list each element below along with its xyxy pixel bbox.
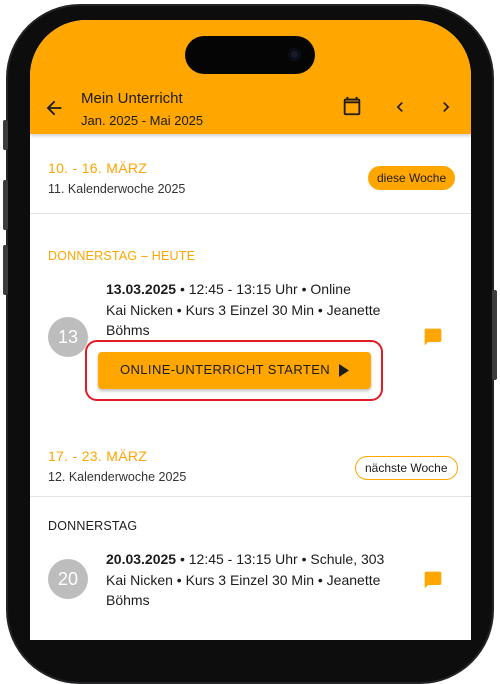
lesson-date: 13.03.2025: [106, 281, 177, 297]
lesson-details: 13.03.2025 • 12:45 - 13:15 Uhr • Online …: [106, 279, 406, 341]
section-divider: [30, 419, 471, 420]
start-online-lesson-button[interactable]: ONLINE-UNTERRICHT STARTEN: [98, 352, 371, 389]
side-button-right: [492, 290, 497, 380]
page-title: Mein Unterricht: [81, 90, 183, 107]
calendar-icon[interactable]: [341, 95, 363, 117]
page-subtitle: Jan. 2025 - Mai 2025: [81, 113, 204, 128]
lesson-line-1: 20.03.2025 • 12:45 - 13:15 Uhr • Schule,…: [106, 549, 406, 570]
next-week-chip[interactable]: nächste Woche: [355, 456, 458, 480]
day-label: DONNERSTAG: [48, 519, 138, 533]
week-title: 10. - 16. MÄRZ: [48, 160, 148, 176]
lesson-line-3: Böhms: [106, 592, 150, 608]
play-icon: [339, 364, 349, 377]
start-button-label: ONLINE-UNTERRICHT STARTEN: [120, 362, 331, 377]
chevron-right-icon[interactable]: [436, 97, 456, 117]
title-block: Mein Unterricht Jan. 2025 - Mai 2025: [81, 90, 203, 130]
day-number-badge: 13: [48, 317, 88, 357]
current-week-chip[interactable]: diese Woche: [368, 166, 456, 190]
chat-icon[interactable]: [423, 327, 443, 347]
week-header-current: 10. - 16. MÄRZ 11. Kalenderwoche 2025 di…: [30, 134, 471, 214]
day-label-today: DONNERSTAG – HEUTE: [48, 249, 196, 263]
lesson-line-2: Kai Nicken • Kurs 3 Einzel 30 Min • Jean…: [106, 301, 381, 318]
app-screen: Mein Unterricht Jan. 2025 - Mai 2025 10.…: [30, 20, 471, 640]
lesson-time-location: • 12:45 - 13:15 Uhr • Schule, 303: [176, 551, 385, 567]
camera-icon: [288, 48, 301, 61]
week-header-next: 17. - 23. MÄRZ 12. Kalenderwoche 2025 nä…: [30, 424, 471, 504]
lesson-time-location: • 12:45 - 13:15 Uhr • Online: [176, 281, 351, 297]
chevron-left-icon[interactable]: [390, 97, 410, 117]
app-bar: Mein Unterricht Jan. 2025 - Mai 2025: [30, 82, 471, 134]
side-button-left-3: [3, 245, 8, 295]
week-title: 17. - 23. MÄRZ: [48, 448, 148, 464]
schedule-content: 10. - 16. MÄRZ 11. Kalenderwoche 2025 di…: [30, 134, 471, 608]
section-divider: [30, 496, 471, 497]
week-subtitle: 12. Kalenderwoche 2025: [48, 470, 187, 484]
side-button-left-1: [3, 120, 8, 150]
day-number-badge: 20: [48, 559, 88, 599]
dynamic-island: [185, 36, 315, 74]
chat-icon[interactable]: [423, 570, 443, 590]
lesson-line-2: Kai Nicken • Kurs 3 Einzel 30 Min • Jean…: [106, 571, 381, 588]
lesson-line-1: 13.03.2025 • 12:45 - 13:15 Uhr • Online: [106, 279, 406, 300]
lesson-line-3: Böhms: [106, 322, 150, 338]
status-bar: [30, 20, 471, 82]
lesson-details: 20.03.2025 • 12:45 - 13:15 Uhr • Schule,…: [106, 549, 406, 611]
lesson-date: 20.03.2025: [106, 551, 177, 567]
week-subtitle: 11. Kalenderwoche 2025: [48, 182, 186, 196]
side-button-left-2: [3, 180, 8, 230]
arrow-back-icon[interactable]: [43, 97, 65, 119]
